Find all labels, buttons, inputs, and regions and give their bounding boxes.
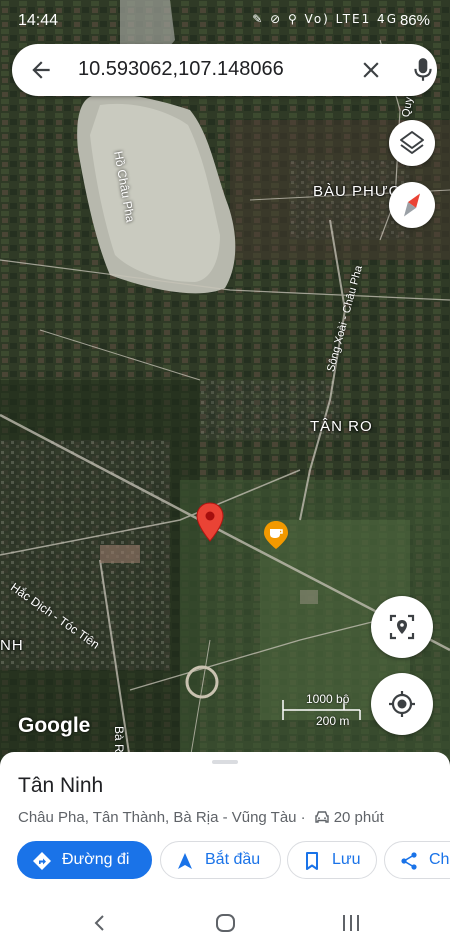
map-label-tan-ro: TÂN RO <box>310 418 373 435</box>
google-logo: Google <box>18 714 91 737</box>
compass-button[interactable] <box>389 182 435 228</box>
back-arrow-icon[interactable] <box>28 57 54 83</box>
directions-icon <box>33 852 51 870</box>
save-button[interactable]: Lưu <box>287 841 377 879</box>
travel-time: 20 phút <box>333 809 384 826</box>
map-scale: 1000 bộ 200 m <box>282 692 362 732</box>
search-input[interactable]: 10.593062,107.148066 <box>78 58 284 81</box>
bookmark-icon <box>306 852 318 870</box>
status-time: 14:44 <box>18 12 59 29</box>
share-label: Chia sẻ <box>429 851 450 868</box>
car-icon <box>314 811 329 823</box>
scan-location-icon <box>389 614 415 640</box>
microphone-icon[interactable] <box>410 56 436 84</box>
back-nav-icon[interactable] <box>90 913 110 933</box>
save-label: Lưu <box>332 851 361 868</box>
status-icons: ✎ ⊘ ⚲ Vo) LTE1 4G <box>252 12 398 26</box>
lens-scan-button[interactable] <box>371 596 433 658</box>
directions-button[interactable]: Đường đi <box>17 841 152 879</box>
place-title: Tân Ninh <box>18 774 104 797</box>
sheet-drag-handle[interactable] <box>212 760 238 764</box>
cafe-poi-icon[interactable] <box>263 520 289 550</box>
home-nav-icon[interactable] <box>215 912 237 934</box>
compass-icon <box>403 193 421 217</box>
share-button[interactable]: Chia sẻ <box>384 841 450 879</box>
map-label-nh: NH <box>0 637 24 654</box>
my-location-icon <box>389 691 415 717</box>
start-label: Bắt đầu <box>205 851 261 868</box>
share-icon <box>401 852 417 870</box>
battery-level: 86% <box>399 12 430 29</box>
layers-button[interactable] <box>389 120 435 166</box>
close-icon[interactable] <box>358 57 384 83</box>
action-chips: Đường đi Bắt đầu Lưu Chia sẻ <box>17 841 450 881</box>
place-address: Châu Pha, Tân Thành, Bà Rịa - Vũng Tàu · <box>18 809 306 826</box>
system-navigation-bar <box>0 895 450 950</box>
search-bar[interactable]: 10.593062,107.148066 <box>12 44 437 96</box>
directions-label: Đường đi <box>62 851 130 868</box>
start-button[interactable]: Bắt đầu <box>160 841 281 879</box>
scale-label-meters: 200 m <box>316 714 350 728</box>
layers-icon <box>400 131 424 154</box>
scale-label-feet: 1000 bộ <box>306 692 350 706</box>
status-bar: 14:44 ✎ ⊘ ⚲ Vo) LTE1 4G 86% <box>0 0 450 42</box>
location-pin-icon[interactable] <box>196 502 224 542</box>
my-location-button[interactable] <box>371 673 433 735</box>
navigation-arrow-icon <box>178 853 192 869</box>
place-address-line: Châu Pha, Tân Thành, Bà Rịa - Vũng Tàu ·… <box>18 809 384 826</box>
map-label-ba-r: Bà R <box>112 726 126 753</box>
recents-nav-icon[interactable] <box>340 913 362 933</box>
